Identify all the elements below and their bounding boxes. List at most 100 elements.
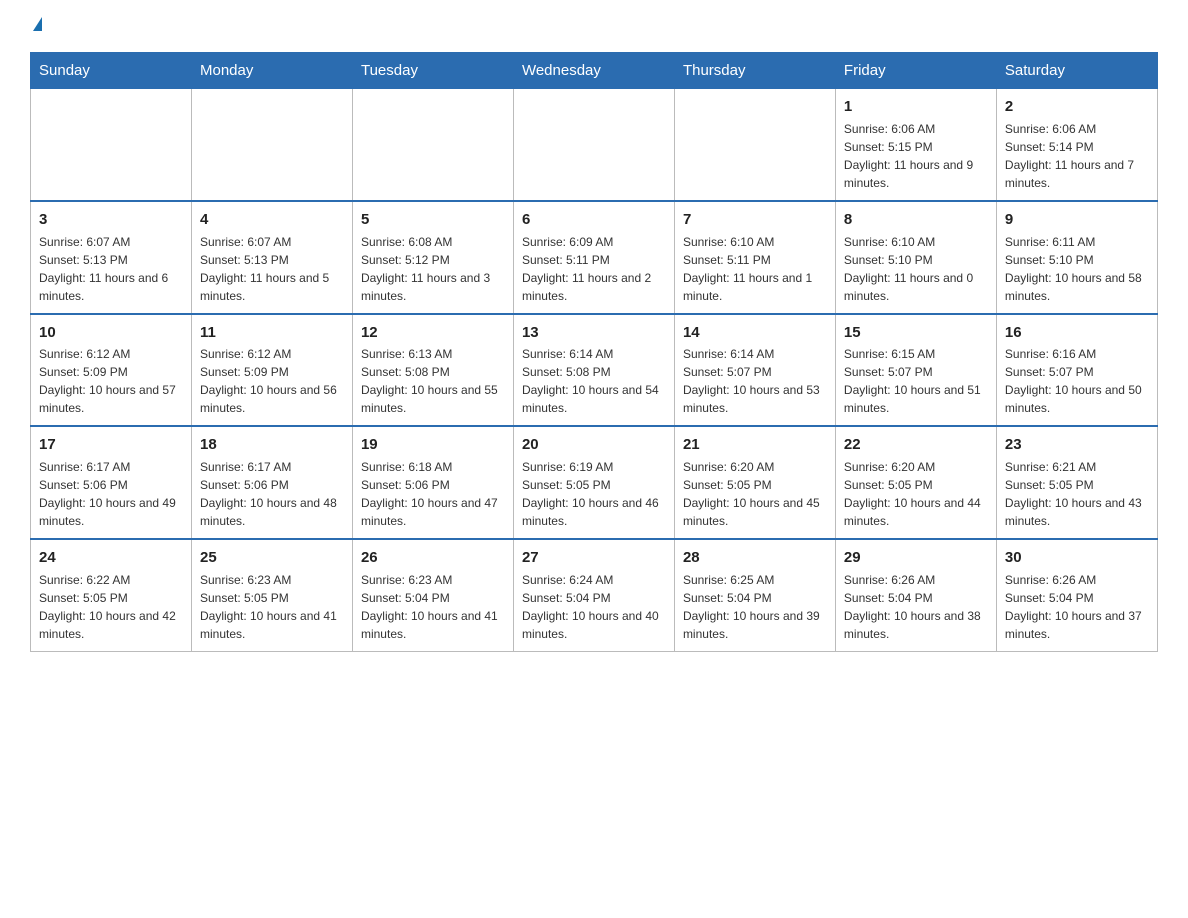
- day-number: 6: [522, 209, 666, 231]
- day-number: 7: [683, 209, 827, 231]
- calendar-row-1: 1Sunrise: 6:06 AM Sunset: 5:15 PM Daylig…: [31, 89, 1158, 201]
- day-info: Sunrise: 6:20 AM Sunset: 5:05 PM Dayligh…: [683, 458, 827, 530]
- day-number: 21: [683, 434, 827, 456]
- logo: [30, 20, 42, 34]
- weekday-header-saturday: Saturday: [996, 53, 1157, 89]
- calendar-cell: 13Sunrise: 6:14 AM Sunset: 5:08 PM Dayli…: [513, 314, 674, 427]
- calendar-cell: 16Sunrise: 6:16 AM Sunset: 5:07 PM Dayli…: [996, 314, 1157, 427]
- day-info: Sunrise: 6:13 AM Sunset: 5:08 PM Dayligh…: [361, 345, 505, 417]
- calendar-cell: 12Sunrise: 6:13 AM Sunset: 5:08 PM Dayli…: [352, 314, 513, 427]
- day-info: Sunrise: 6:06 AM Sunset: 5:15 PM Dayligh…: [844, 120, 988, 192]
- day-number: 27: [522, 547, 666, 569]
- day-info: Sunrise: 6:12 AM Sunset: 5:09 PM Dayligh…: [200, 345, 344, 417]
- day-info: Sunrise: 6:07 AM Sunset: 5:13 PM Dayligh…: [200, 233, 344, 305]
- calendar-cell: 17Sunrise: 6:17 AM Sunset: 5:06 PM Dayli…: [31, 426, 192, 539]
- day-number: 23: [1005, 434, 1149, 456]
- day-info: Sunrise: 6:22 AM Sunset: 5:05 PM Dayligh…: [39, 571, 183, 643]
- calendar-cell: [352, 89, 513, 201]
- calendar-row-4: 17Sunrise: 6:17 AM Sunset: 5:06 PM Dayli…: [31, 426, 1158, 539]
- page-header: [30, 20, 1158, 34]
- day-number: 29: [844, 547, 988, 569]
- weekday-header-tuesday: Tuesday: [352, 53, 513, 89]
- calendar-cell: 20Sunrise: 6:19 AM Sunset: 5:05 PM Dayli…: [513, 426, 674, 539]
- day-info: Sunrise: 6:23 AM Sunset: 5:04 PM Dayligh…: [361, 571, 505, 643]
- calendar-cell: [191, 89, 352, 201]
- calendar-header: SundayMondayTuesdayWednesdayThursdayFrid…: [31, 53, 1158, 89]
- day-info: Sunrise: 6:19 AM Sunset: 5:05 PM Dayligh…: [522, 458, 666, 530]
- calendar-cell: 24Sunrise: 6:22 AM Sunset: 5:05 PM Dayli…: [31, 539, 192, 651]
- calendar-cell: 7Sunrise: 6:10 AM Sunset: 5:11 PM Daylig…: [674, 201, 835, 314]
- calendar-cell: [674, 89, 835, 201]
- weekday-header-row: SundayMondayTuesdayWednesdayThursdayFrid…: [31, 53, 1158, 89]
- day-info: Sunrise: 6:26 AM Sunset: 5:04 PM Dayligh…: [1005, 571, 1149, 643]
- calendar-cell: 15Sunrise: 6:15 AM Sunset: 5:07 PM Dayli…: [835, 314, 996, 427]
- day-number: 10: [39, 322, 183, 344]
- day-number: 26: [361, 547, 505, 569]
- calendar-row-2: 3Sunrise: 6:07 AM Sunset: 5:13 PM Daylig…: [31, 201, 1158, 314]
- calendar-cell: 10Sunrise: 6:12 AM Sunset: 5:09 PM Dayli…: [31, 314, 192, 427]
- calendar-cell: 5Sunrise: 6:08 AM Sunset: 5:12 PM Daylig…: [352, 201, 513, 314]
- day-info: Sunrise: 6:24 AM Sunset: 5:04 PM Dayligh…: [522, 571, 666, 643]
- calendar-row-5: 24Sunrise: 6:22 AM Sunset: 5:05 PM Dayli…: [31, 539, 1158, 651]
- day-number: 1: [844, 96, 988, 118]
- weekday-header-wednesday: Wednesday: [513, 53, 674, 89]
- calendar-cell: 27Sunrise: 6:24 AM Sunset: 5:04 PM Dayli…: [513, 539, 674, 651]
- calendar-cell: 6Sunrise: 6:09 AM Sunset: 5:11 PM Daylig…: [513, 201, 674, 314]
- calendar-row-3: 10Sunrise: 6:12 AM Sunset: 5:09 PM Dayli…: [31, 314, 1158, 427]
- day-info: Sunrise: 6:17 AM Sunset: 5:06 PM Dayligh…: [200, 458, 344, 530]
- day-info: Sunrise: 6:11 AM Sunset: 5:10 PM Dayligh…: [1005, 233, 1149, 305]
- calendar-cell: 2Sunrise: 6:06 AM Sunset: 5:14 PM Daylig…: [996, 89, 1157, 201]
- calendar-table: SundayMondayTuesdayWednesdayThursdayFrid…: [30, 52, 1158, 652]
- calendar-cell: 23Sunrise: 6:21 AM Sunset: 5:05 PM Dayli…: [996, 426, 1157, 539]
- calendar-cell: 3Sunrise: 6:07 AM Sunset: 5:13 PM Daylig…: [31, 201, 192, 314]
- calendar-cell: 26Sunrise: 6:23 AM Sunset: 5:04 PM Dayli…: [352, 539, 513, 651]
- calendar-cell: 18Sunrise: 6:17 AM Sunset: 5:06 PM Dayli…: [191, 426, 352, 539]
- calendar-cell: 22Sunrise: 6:20 AM Sunset: 5:05 PM Dayli…: [835, 426, 996, 539]
- calendar-cell: 28Sunrise: 6:25 AM Sunset: 5:04 PM Dayli…: [674, 539, 835, 651]
- calendar-cell: 9Sunrise: 6:11 AM Sunset: 5:10 PM Daylig…: [996, 201, 1157, 314]
- weekday-header-thursday: Thursday: [674, 53, 835, 89]
- calendar-body: 1Sunrise: 6:06 AM Sunset: 5:15 PM Daylig…: [31, 89, 1158, 652]
- calendar-cell: 14Sunrise: 6:14 AM Sunset: 5:07 PM Dayli…: [674, 314, 835, 427]
- day-info: Sunrise: 6:25 AM Sunset: 5:04 PM Dayligh…: [683, 571, 827, 643]
- day-info: Sunrise: 6:26 AM Sunset: 5:04 PM Dayligh…: [844, 571, 988, 643]
- day-number: 19: [361, 434, 505, 456]
- day-number: 5: [361, 209, 505, 231]
- weekday-header-monday: Monday: [191, 53, 352, 89]
- calendar-cell: [513, 89, 674, 201]
- calendar-cell: 4Sunrise: 6:07 AM Sunset: 5:13 PM Daylig…: [191, 201, 352, 314]
- calendar-cell: 29Sunrise: 6:26 AM Sunset: 5:04 PM Dayli…: [835, 539, 996, 651]
- day-number: 18: [200, 434, 344, 456]
- calendar-cell: [31, 89, 192, 201]
- day-info: Sunrise: 6:08 AM Sunset: 5:12 PM Dayligh…: [361, 233, 505, 305]
- day-number: 15: [844, 322, 988, 344]
- calendar-cell: 25Sunrise: 6:23 AM Sunset: 5:05 PM Dayli…: [191, 539, 352, 651]
- day-number: 9: [1005, 209, 1149, 231]
- day-number: 4: [200, 209, 344, 231]
- day-number: 8: [844, 209, 988, 231]
- day-info: Sunrise: 6:14 AM Sunset: 5:07 PM Dayligh…: [683, 345, 827, 417]
- calendar-cell: 8Sunrise: 6:10 AM Sunset: 5:10 PM Daylig…: [835, 201, 996, 314]
- day-info: Sunrise: 6:06 AM Sunset: 5:14 PM Dayligh…: [1005, 120, 1149, 192]
- weekday-header-friday: Friday: [835, 53, 996, 89]
- day-number: 25: [200, 547, 344, 569]
- day-info: Sunrise: 6:18 AM Sunset: 5:06 PM Dayligh…: [361, 458, 505, 530]
- day-info: Sunrise: 6:09 AM Sunset: 5:11 PM Dayligh…: [522, 233, 666, 305]
- day-number: 3: [39, 209, 183, 231]
- day-number: 11: [200, 322, 344, 344]
- day-number: 30: [1005, 547, 1149, 569]
- calendar-cell: 19Sunrise: 6:18 AM Sunset: 5:06 PM Dayli…: [352, 426, 513, 539]
- day-number: 24: [39, 547, 183, 569]
- calendar-cell: 30Sunrise: 6:26 AM Sunset: 5:04 PM Dayli…: [996, 539, 1157, 651]
- day-number: 20: [522, 434, 666, 456]
- day-number: 17: [39, 434, 183, 456]
- day-number: 28: [683, 547, 827, 569]
- day-info: Sunrise: 6:07 AM Sunset: 5:13 PM Dayligh…: [39, 233, 183, 305]
- day-info: Sunrise: 6:15 AM Sunset: 5:07 PM Dayligh…: [844, 345, 988, 417]
- day-info: Sunrise: 6:17 AM Sunset: 5:06 PM Dayligh…: [39, 458, 183, 530]
- day-number: 22: [844, 434, 988, 456]
- day-info: Sunrise: 6:20 AM Sunset: 5:05 PM Dayligh…: [844, 458, 988, 530]
- calendar-cell: 1Sunrise: 6:06 AM Sunset: 5:15 PM Daylig…: [835, 89, 996, 201]
- day-number: 2: [1005, 96, 1149, 118]
- day-info: Sunrise: 6:12 AM Sunset: 5:09 PM Dayligh…: [39, 345, 183, 417]
